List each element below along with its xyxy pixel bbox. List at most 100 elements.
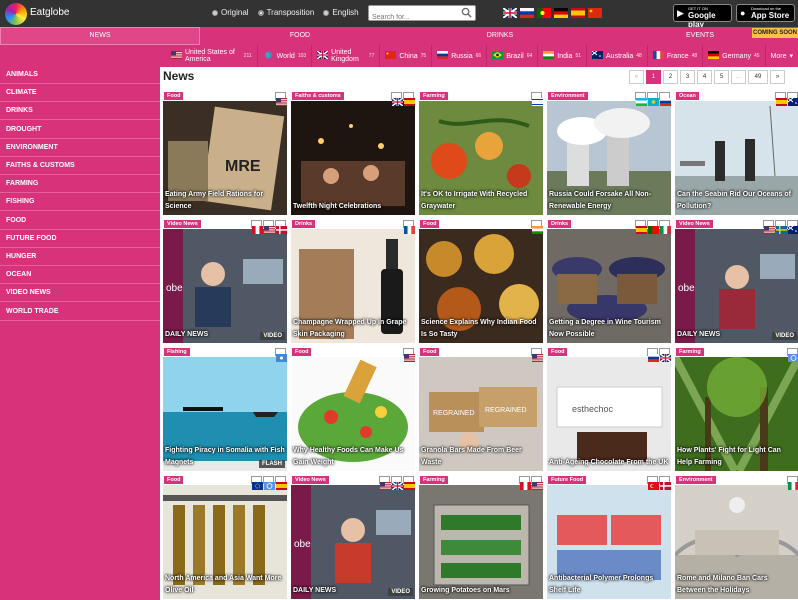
flag-portugal-icon[interactable] (537, 8, 551, 18)
news-tile[interactable]: REGRAINED REGRAINED Food Granola Bars Made … (419, 347, 543, 471)
tab-news[interactable]: NEWS (0, 27, 200, 45)
country-item-united-states-of-america[interactable]: United States of America 211 (166, 45, 258, 67)
news-tile[interactable]: Farming How Plants' Fight for Light Can H… (675, 347, 798, 471)
news-tile[interactable]: Food Science Explains Why Indian Food Is … (419, 219, 543, 343)
news-tile[interactable]: Environment Rome and Milano Ban Cars Betw… (675, 475, 798, 599)
category-tag[interactable]: Farming (676, 348, 704, 356)
country-item-russia[interactable]: Russia 66 (432, 45, 488, 67)
news-caption[interactable]: Champagne Wrapped Up in Grape Skin Packa… (293, 317, 413, 341)
sidebar-item-environment[interactable]: ENVIRONMENT (0, 139, 160, 157)
country-item-world[interactable]: World 103 (258, 45, 313, 67)
category-tag[interactable]: Food (420, 348, 440, 356)
news-caption[interactable]: Twelfth Night Celebrations (293, 201, 413, 213)
news-image[interactable] (419, 485, 543, 599)
news-tile[interactable]: Faiths & customs Twelfth Night Celebratio… (291, 91, 415, 215)
sidebar-item-farming[interactable]: FARMING (0, 175, 160, 194)
next-page-button[interactable]: » (770, 70, 785, 84)
news-caption[interactable]: Getting a Degree in Wine Tourism Now Pos… (549, 317, 669, 341)
eatglobe-logo-icon[interactable] (5, 3, 27, 25)
news-image[interactable]: esthechoc (547, 357, 671, 471)
category-tag[interactable]: Food (164, 92, 184, 100)
search-input[interactable] (369, 10, 457, 25)
category-tag[interactable]: Video News (292, 476, 329, 484)
news-caption[interactable]: Antibacterial Polymer Prolongs Shelf Lif… (549, 573, 669, 597)
page-4-button[interactable]: 4 (697, 70, 712, 84)
category-tag[interactable]: Fishing (164, 348, 190, 356)
category-tag[interactable]: Environment (676, 476, 716, 484)
category-tag[interactable]: Food (164, 476, 184, 484)
flag-uk-icon[interactable] (503, 8, 517, 18)
news-tile[interactable]: obe Video News DAILY NEWS VIDEO (163, 219, 287, 343)
news-image[interactable]: obe (291, 485, 415, 599)
sidebar-item-ocean[interactable]: OCEAN (0, 266, 160, 285)
country-item-brazil[interactable]: Brazil 64 (487, 45, 539, 67)
radio-original[interactable]: Original (212, 8, 249, 17)
news-tile[interactable]: Food North America and Asia Want More Oli… (163, 475, 287, 599)
tab-drinks[interactable]: DRINKS (400, 27, 600, 45)
page-5-button[interactable]: 5 (714, 70, 729, 84)
logo-text[interactable]: Eatglobe (30, 7, 69, 18)
category-tag[interactable]: Food (292, 348, 312, 356)
sidebar-item-drought[interactable]: DROUGHT (0, 121, 160, 139)
category-tag[interactable]: Drinks (292, 220, 316, 228)
category-tag[interactable]: Drinks (548, 220, 572, 228)
news-tile[interactable]: Environment Russia Could Forsake All Non-… (547, 91, 671, 215)
news-caption[interactable]: Rome and Milano Ban Cars Between the Hol… (677, 573, 797, 597)
news-tile[interactable]: Farming Growing Potatoes on Mars (419, 475, 543, 599)
news-caption[interactable]: Why Healthy Foods Can Make Us Gain Weigh… (293, 445, 413, 469)
country-item-india[interactable]: India 51 (538, 45, 588, 67)
news-tile[interactable]: esthechoc Food Anti-Ageing Chocolate From … (547, 347, 671, 471)
category-tag[interactable]: Faiths & customs (292, 92, 344, 100)
category-tag[interactable]: Farming (420, 92, 448, 100)
news-caption[interactable]: Can the Seabin Rid Our Oceans of Polluti… (677, 189, 797, 213)
news-caption[interactable]: Russia Could Forsake All Non-Renewable E… (549, 189, 669, 213)
flag-germany-icon[interactable] (554, 8, 568, 18)
news-caption[interactable]: Science Explains Why Indian Food Is So T… (421, 317, 541, 341)
flag-china-icon[interactable] (588, 8, 602, 18)
flag-spain-icon[interactable] (571, 8, 585, 18)
country-item-germany[interactable]: Germany 45 (703, 45, 766, 67)
radio-dot-icon[interactable] (212, 9, 218, 16)
news-tile[interactable]: MRE Food Eating Army Field Rations for Sci… (163, 91, 287, 215)
category-tag[interactable]: Food (548, 348, 568, 356)
countries-more-button[interactable]: More ▾ (766, 45, 798, 67)
news-caption[interactable]: How Plants' Fight for Light Can Help Far… (677, 445, 797, 469)
tab-food[interactable]: FOOD (200, 27, 400, 45)
news-image[interactable]: obe (675, 229, 798, 343)
google-play-button[interactable]: ▶ GET IT ON Google play (673, 4, 732, 29)
app-store-button[interactable]: ● Download on the App Store (736, 4, 795, 22)
sidebar-item-future-food[interactable]: FUTURE FOOD (0, 230, 160, 248)
news-tile[interactable]: Food Why Healthy Foods Can Make Us Gain W… (291, 347, 415, 471)
news-tile[interactable]: Farming It's OK to Irrigate With Recycled… (419, 91, 543, 215)
sidebar-item-climate[interactable]: CLIMATE (0, 84, 160, 103)
flag-russia-icon[interactable] (520, 8, 534, 18)
news-caption[interactable]: It's OK to Irrigate With Recycled Graywa… (421, 189, 541, 213)
category-tag[interactable]: Ocean (676, 92, 699, 100)
radio-dot-icon[interactable] (323, 9, 330, 16)
news-tile[interactable]: Future Food Antibacterial Polymer Prolong… (547, 475, 671, 599)
news-image[interactable] (291, 101, 415, 215)
radio-dot-icon[interactable] (257, 9, 264, 16)
prev-page-button[interactable]: « (629, 70, 644, 84)
sidebar-item-video-news[interactable]: VIDEO NEWS (0, 284, 160, 303)
category-tag[interactable]: Food (420, 220, 440, 228)
sidebar-item-faiths-customs[interactable]: FAITHS & CUSTOMS (0, 157, 160, 175)
news-tile[interactable]: Drinks Getting a Degree in Wine Tourism N… (547, 219, 671, 343)
category-tag[interactable]: Video News (164, 220, 201, 228)
news-image[interactable]: obe (163, 229, 287, 343)
search-icon[interactable] (461, 7, 472, 18)
radio-transposition[interactable]: Transposition (257, 8, 314, 17)
category-tag[interactable]: Environment (548, 92, 588, 100)
sidebar-item-drinks[interactable]: DRINKS (0, 102, 160, 121)
country-item-united-kingdom[interactable]: United Kingdom 77 (312, 45, 381, 67)
category-tag[interactable]: Video News (676, 220, 713, 228)
sidebar-item-food[interactable]: FOOD (0, 212, 160, 230)
sidebar-item-world-trade[interactable]: WORLD TRADE (0, 303, 160, 321)
page-3-button[interactable]: 3 (680, 70, 695, 84)
country-item-australia[interactable]: Australia 48 (587, 45, 648, 67)
news-caption[interactable]: Anti-Ageing Chocolate From the UK (549, 457, 669, 469)
country-item-china[interactable]: China 75 (380, 45, 433, 67)
page-2-button[interactable]: 2 (663, 70, 678, 84)
news-caption[interactable]: Granola Bars Made From Beer Waste (421, 445, 541, 469)
news-tile[interactable]: obe Video News DAILY NEWS VIDEO (291, 475, 415, 599)
